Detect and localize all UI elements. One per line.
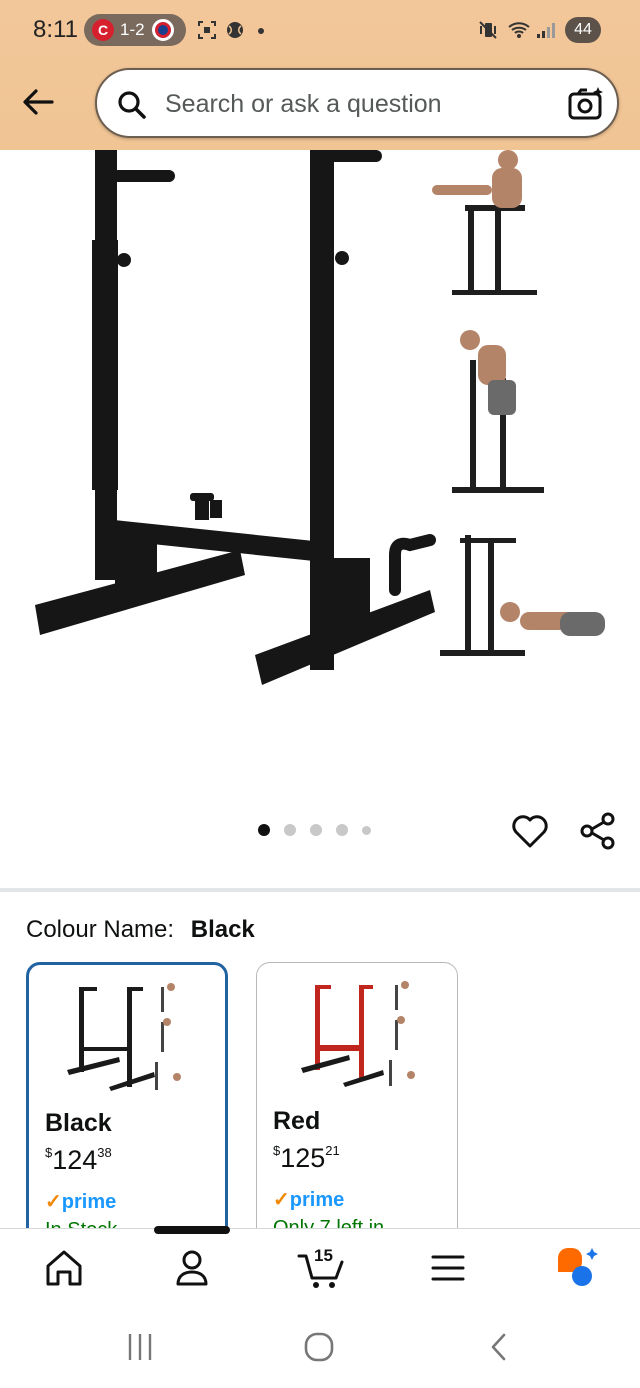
price-fraction: 38 [97, 1145, 112, 1160]
notification-dot-icon [258, 28, 264, 34]
system-back-icon[interactable] [484, 1330, 516, 1364]
price-whole: 124 [52, 1145, 98, 1175]
share-icon[interactable] [578, 811, 618, 851]
active-tab-indicator [154, 1226, 230, 1234]
search-bar[interactable] [95, 68, 619, 138]
screenshot-icon [198, 21, 216, 39]
prime-badge: ✓prime [273, 1187, 344, 1212]
price-fraction: 21 [325, 1143, 340, 1158]
menu-icon[interactable] [424, 1244, 472, 1292]
home-button-icon[interactable] [302, 1330, 336, 1364]
image-carousel-dots[interactable] [258, 824, 371, 836]
team-logo-cubs-icon [151, 19, 174, 41]
carousel-dot[interactable] [284, 824, 296, 836]
variant-name: Black [45, 1109, 112, 1137]
colour-name-row: Colour Name: Black [26, 916, 255, 944]
live-score: 1-2 [120, 20, 145, 39]
colour-option-red[interactable]: Red $12521 ✓prime Only 7 left in [256, 962, 458, 1242]
prime-label: prime [289, 1189, 345, 1211]
vibrate-mute-icon [479, 21, 497, 39]
variant-price: $12438 [45, 1145, 112, 1176]
black-variant-thumbnail [67, 983, 181, 1091]
signal-icon [537, 23, 555, 38]
variant-price: $12521 [273, 1143, 340, 1174]
carousel-dot[interactable] [310, 824, 322, 836]
back-arrow-icon[interactable] [20, 84, 56, 120]
live-score-pill[interactable]: C 1-2 [84, 14, 186, 46]
status-time: 8:11 [33, 16, 78, 43]
camera-search-icon[interactable] [567, 85, 605, 123]
carousel-dot[interactable] [258, 824, 270, 836]
recent-apps-icon[interactable] [124, 1330, 156, 1364]
wifi-icon [508, 22, 530, 38]
search-icon [118, 91, 146, 119]
prime-label: prime [61, 1191, 117, 1213]
colour-name-label: Colour Name: [26, 916, 175, 943]
carousel-dot[interactable] [336, 824, 348, 836]
product-image-gallery[interactable] [0, 150, 640, 810]
variant-name: Red [273, 1107, 321, 1135]
sports-ball-icon [227, 22, 243, 38]
section-divider [0, 888, 640, 892]
team-logo-reds-icon: C [92, 19, 114, 41]
colour-name-value: Black [190, 916, 255, 943]
price-whole: 125 [280, 1143, 326, 1173]
wishlist-heart-icon[interactable] [510, 811, 550, 851]
product-image [35, 150, 605, 685]
home-icon[interactable] [40, 1244, 88, 1292]
prime-check-icon: ✓ [273, 1189, 290, 1211]
cart-count-badge: 15 [314, 1246, 333, 1265]
account-icon[interactable] [168, 1244, 216, 1292]
rufus-assistant-icon[interactable] [552, 1244, 600, 1292]
battery-level: 44 [565, 17, 601, 43]
colour-option-black[interactable]: Black $12438 ✓prime In Stock [26, 962, 228, 1242]
prime-check-icon: ✓ [45, 1191, 62, 1213]
status-bar: 8:11 C 1-2 44 [0, 0, 640, 62]
red-variant-thumbnail [301, 981, 415, 1087]
prime-badge: ✓prime [45, 1189, 116, 1214]
search-input[interactable] [165, 86, 545, 122]
carousel-dot[interactable] [362, 825, 371, 835]
